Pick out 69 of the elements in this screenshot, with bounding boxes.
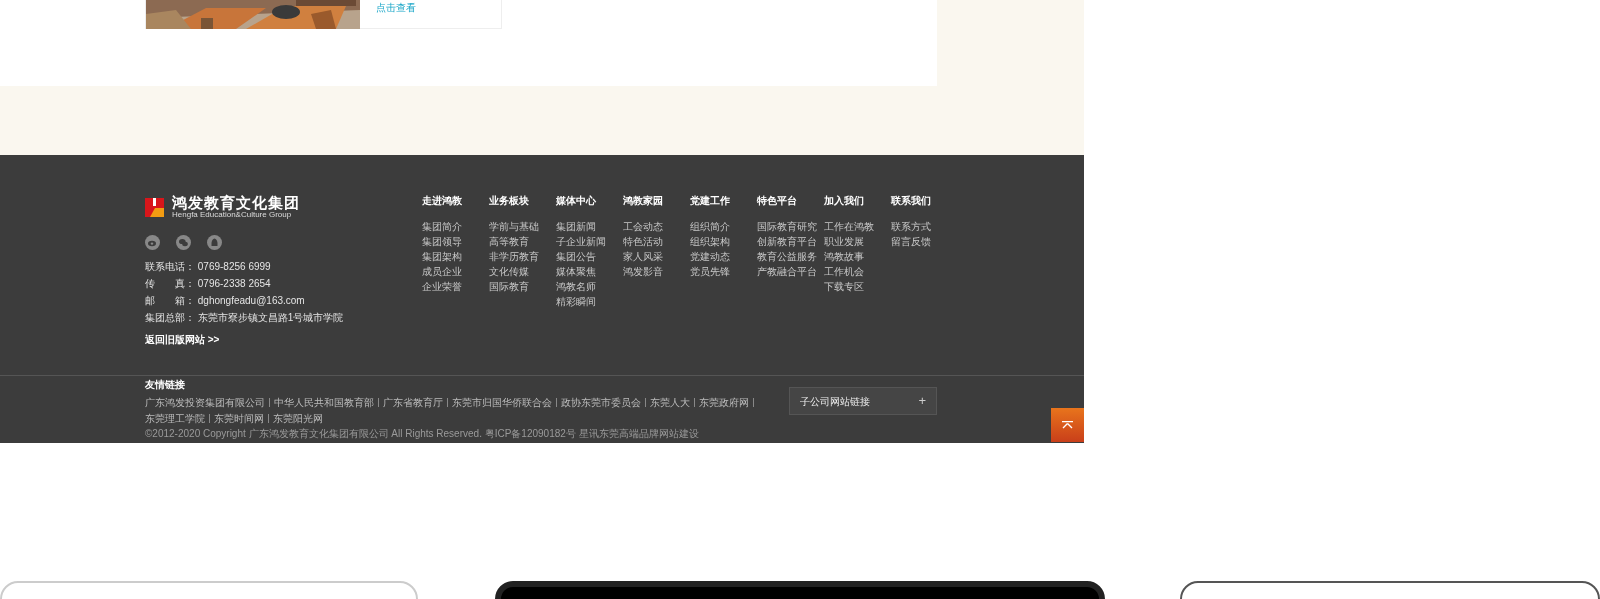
footer-link[interactable]: 职业发展 bbox=[824, 234, 891, 249]
footer-link[interactable]: 子企业新闻 bbox=[556, 234, 623, 249]
friend-link[interactable]: 东莞阳光网 bbox=[273, 411, 323, 426]
copyright-text: ©2012-2020 Copyright 广东鸿发教育文化集团有限公司 All Rights Reserved. 粤ICP备12090182号 星讯东莞高端品牌网站建设 bbox=[145, 427, 700, 440]
column-heading: 联系我们 bbox=[891, 195, 932, 207]
old-site-link[interactable]: 返回旧版网站 >> bbox=[145, 334, 220, 345]
footer-link[interactable]: 集团简介 bbox=[422, 219, 489, 234]
friend-link[interactable]: 广东鸿发投资集团有限公司 bbox=[145, 395, 265, 410]
footer-link[interactable]: 集团公告 bbox=[556, 249, 623, 264]
footer-link[interactable]: 鸿发影音 bbox=[623, 264, 690, 279]
footer-link[interactable]: 家人风采 bbox=[623, 249, 690, 264]
friend-link[interactable]: 东莞理工学院 bbox=[145, 411, 205, 426]
logo-subtitle: Hengfa Education&Culture Group bbox=[172, 210, 293, 219]
footer-link[interactable]: 党建动态 bbox=[690, 249, 757, 264]
footer-link[interactable]: 组织简介 bbox=[690, 219, 757, 234]
column-heading: 走进鸿教 bbox=[422, 195, 463, 207]
footer-link[interactable]: 教育公益服务 bbox=[757, 249, 824, 264]
footer-link[interactable]: 精彩瞬间 bbox=[556, 294, 623, 309]
back-to-top-button[interactable] bbox=[1051, 408, 1084, 442]
contact-line: 联系电话： 0769-8256 6999 bbox=[145, 260, 272, 274]
friend-link[interactable]: 东莞政府网 bbox=[699, 395, 749, 410]
footer-link[interactable]: 下载专区 bbox=[824, 279, 891, 294]
footer-link[interactable]: 集团新闻 bbox=[556, 219, 623, 234]
footer-link[interactable]: 工作在鸿教 bbox=[824, 219, 891, 234]
footer-link[interactable]: 集团领导 bbox=[422, 234, 489, 249]
footer-link[interactable]: 工会动态 bbox=[623, 219, 690, 234]
footer-link[interactable]: 学前与基础 bbox=[489, 219, 556, 234]
footer-link[interactable]: 联系方式 bbox=[891, 219, 958, 234]
footer-link[interactable]: 组织架构 bbox=[690, 234, 757, 249]
subsidiary-dropdown[interactable]: 子公司网站链接 + bbox=[789, 387, 937, 415]
footer-link[interactable]: 国际教育研究 bbox=[757, 219, 824, 234]
footer-link[interactable]: 文化传媒 bbox=[489, 264, 556, 279]
friend-link[interactable]: 政协东莞市委员会 bbox=[561, 395, 641, 410]
footer-link[interactable]: 特色活动 bbox=[623, 234, 690, 249]
penguin-icon[interactable] bbox=[207, 235, 222, 250]
logo-icon bbox=[145, 197, 164, 217]
contact-line: 邮 箱： dghongfeadu@163.com bbox=[145, 294, 306, 308]
footer-link[interactable]: 产教融合平台 bbox=[757, 264, 824, 279]
footer-link[interactable]: 国际教育 bbox=[489, 279, 556, 294]
footer-link[interactable]: 工作机会 bbox=[824, 264, 891, 279]
column-heading: 鸿教家园 bbox=[623, 195, 664, 207]
contact-line: 传 真： 0796-2338 2654 bbox=[145, 277, 272, 291]
social-icon[interactable] bbox=[145, 235, 160, 250]
friend-link[interactable]: 中华人民共和国教育部 bbox=[274, 395, 374, 410]
footer-link[interactable]: 高等教育 bbox=[489, 234, 556, 249]
column-heading: 业务板块 bbox=[489, 195, 530, 207]
contact-line: 集团总部： 东莞市寮步镇文昌路1号城市学院 bbox=[145, 311, 345, 325]
column-heading: 媒体中心 bbox=[556, 195, 597, 207]
footer-link[interactable]: 党员先锋 bbox=[690, 264, 757, 279]
footer-link[interactable]: 企业荣誉 bbox=[422, 279, 489, 294]
friend-links-title: 友情链接 bbox=[145, 379, 186, 391]
chat-icon[interactable] bbox=[176, 235, 191, 250]
friend-link[interactable]: 东莞市归国华侨联合会 bbox=[452, 395, 552, 410]
footer-link[interactable]: 媒体聚焦 bbox=[556, 264, 623, 279]
up-arrow-icon bbox=[1062, 421, 1073, 429]
logo-name: 鸿发教育文化集团 bbox=[172, 195, 300, 210]
friend-link[interactable]: 东莞人大 bbox=[650, 395, 690, 410]
footer-link[interactable]: 鸿教名师 bbox=[556, 279, 623, 294]
footer-link[interactable]: 创新教育平台 bbox=[757, 234, 824, 249]
column-heading: 加入我们 bbox=[824, 195, 865, 207]
footer-link[interactable]: 鸿教故事 bbox=[824, 249, 891, 264]
footer-link[interactable]: 集团架构 bbox=[422, 249, 489, 264]
footer-link[interactable]: 成员企业 bbox=[422, 264, 489, 279]
friend-link[interactable]: 东莞时间网 bbox=[214, 411, 264, 426]
footer-link[interactable]: 非学历教育 bbox=[489, 249, 556, 264]
friend-link[interactable]: 广东省教育厅 bbox=[383, 395, 443, 410]
footer-link[interactable]: 留言反馈 bbox=[891, 234, 958, 249]
column-heading: 党建工作 bbox=[690, 195, 731, 207]
column-heading: 特色平台 bbox=[757, 195, 798, 207]
